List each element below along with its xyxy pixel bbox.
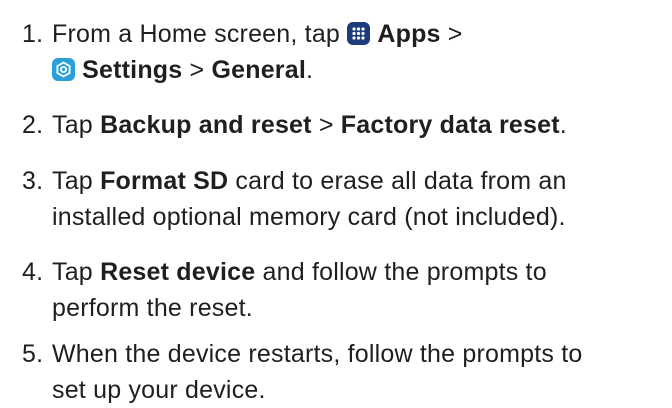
step-line2: perform the reset.: [52, 294, 253, 322]
apps-grid-icon: [347, 22, 371, 45]
step-prefix: Tap: [52, 111, 101, 139]
step-suffix: .: [306, 56, 314, 84]
separator: >: [311, 111, 341, 139]
instruction-steps: 1. From a Home screen, tap Apps > Settin…: [0, 0, 672, 404]
step-3: 3. Tap Format SD card to erase all data …: [22, 163, 667, 235]
backup-and-reset-label: Backup and reset: [100, 111, 312, 139]
step-text: Tap Reset device and follow the prompts …: [52, 254, 667, 326]
step-number: 2.: [22, 111, 44, 139]
apps-label: Apps: [377, 20, 441, 48]
step-prefix: Tap: [52, 167, 101, 195]
step-line1-rest: card to erase all data from an: [228, 167, 567, 195]
separator: >: [440, 20, 463, 48]
step-number: 1.: [22, 20, 44, 48]
step-line1-rest: and follow the prompts to: [255, 258, 547, 286]
step-number: 5.: [22, 340, 44, 368]
step-suffix: .: [559, 111, 567, 139]
step-1: 1. From a Home screen, tap Apps > Settin…: [22, 16, 667, 88]
step-text: When the device restarts, follow the pro…: [52, 336, 667, 408]
step-line2: installed optional memory card (not incl…: [52, 203, 566, 231]
separator: >: [182, 56, 212, 84]
general-label: General: [211, 56, 306, 84]
settings-gear-icon: [52, 58, 75, 81]
step-line2: set up your device.: [52, 376, 266, 404]
step-4: 4. Tap Reset device and follow the promp…: [22, 254, 667, 326]
step-prefix: From a Home screen, tap: [52, 20, 348, 48]
settings-label: Settings: [82, 56, 183, 84]
step-prefix: Tap: [52, 258, 101, 286]
step-5: 5. When the device restarts, follow the …: [22, 336, 667, 408]
step-2: 2. Tap Backup and reset > Factory data r…: [22, 107, 667, 143]
step-line1: When the device restarts, follow the pro…: [52, 340, 583, 368]
step-number: 4.: [22, 258, 44, 286]
step-text: Tap Format SD card to erase all data fro…: [52, 163, 667, 235]
step-number: 3.: [22, 167, 44, 195]
reset-device-label: Reset device: [100, 258, 256, 286]
factory-data-reset-label: Factory data reset: [340, 111, 560, 139]
step-text: Tap Backup and reset > Factory data rese…: [52, 107, 667, 143]
step-text: From a Home screen, tap Apps > Settings …: [52, 16, 667, 88]
format-sd-label: Format SD: [100, 167, 229, 195]
